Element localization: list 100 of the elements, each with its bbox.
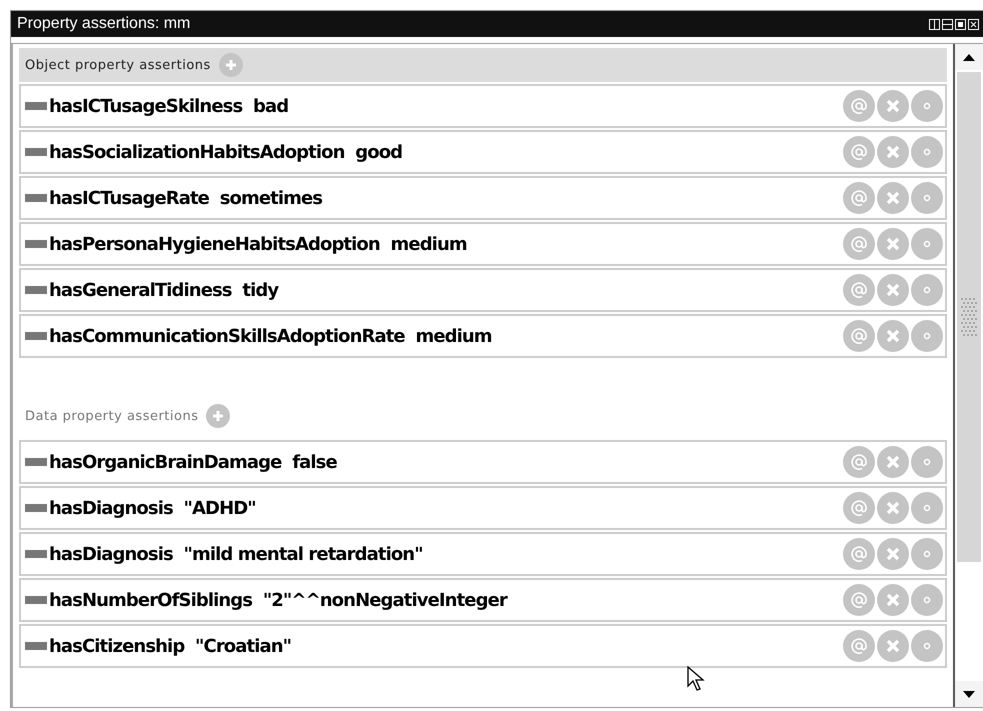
property-icon [25,102,47,110]
maximize-icon[interactable] [955,18,966,30]
mouse-cursor-icon [687,666,705,692]
at-sign-icon [850,281,868,299]
delete-button[interactable] [877,584,909,616]
assertion-row[interactable]: hasNumberOfSiblings "2"^^nonNegativeInteger [19,578,947,622]
delete-button[interactable] [877,90,909,122]
assertion-row[interactable]: hasPersonaHygieneHabitsAdoption medium [19,222,947,266]
scroll-down-button[interactable] [955,681,983,707]
edit-button[interactable] [911,584,943,616]
edit-button[interactable] [911,446,943,478]
annotate-button[interactable] [843,446,875,478]
scroll-up-button[interactable] [955,44,983,70]
annotate-button[interactable] [843,90,875,122]
at-sign-icon [850,97,868,115]
annotate-button[interactable] [843,538,875,570]
property-icon [25,550,47,558]
assertion-text: hasOrganicBrainDamage false [49,452,338,472]
circle-icon [923,332,931,340]
close-icon [886,639,900,653]
annotate-button[interactable] [843,492,875,524]
close-icon[interactable] [968,18,979,30]
annotate-button[interactable] [843,274,875,306]
annotate-button[interactable] [843,630,875,662]
property-icon [25,148,47,156]
section-title: Data property assertions [25,408,198,424]
delete-button[interactable] [877,274,909,306]
assertion-row[interactable]: hasDiagnosis "ADHD" [19,486,947,530]
delete-button[interactable] [877,182,909,214]
assertion-row[interactable]: hasGeneralTidiness tidy [19,268,947,312]
delete-button[interactable] [877,492,909,524]
up-arrow-icon [963,54,975,60]
close-icon [886,547,900,561]
assertion-text: hasGeneralTidiness tidy [49,280,280,300]
edit-button[interactable] [911,630,943,662]
circle-icon [923,240,931,248]
delete-button[interactable] [877,136,909,168]
edit-button[interactable] [911,274,943,306]
plus-icon [224,59,237,71]
close-icon [886,501,900,515]
circle-icon [923,458,931,466]
at-sign-icon [850,545,868,563]
assertion-row[interactable]: hasDiagnosis "mild mental retardation" [19,532,947,576]
edit-button[interactable] [911,492,943,524]
close-icon [886,593,900,607]
circle-icon [923,504,931,512]
close-icon [886,283,900,297]
at-sign-icon [850,637,868,655]
property-icon [25,458,47,466]
assertion-row[interactable]: hasOrganicBrainDamage false [19,440,947,484]
assertion-text: hasDiagnosis "mild mental retardation" [49,544,424,564]
delete-button[interactable] [877,320,909,352]
annotate-button[interactable] [843,136,875,168]
property-icon [25,194,47,202]
edit-button[interactable] [911,538,943,570]
circle-icon [923,642,931,650]
assertion-row[interactable]: hasICTusageRate sometimes [19,176,947,220]
split-vertical-icon[interactable] [929,18,940,30]
annotate-button[interactable] [843,228,875,260]
scrollbar-thumb[interactable] [957,72,981,562]
property-icon [25,596,47,604]
close-icon [886,237,900,251]
grip-icon [960,297,978,337]
assertion-row[interactable]: hasSocializationHabitsAdoption good [19,130,947,174]
circle-icon [923,286,931,294]
assertion-text: hasNumberOfSiblings "2"^^nonNegativeInteger [49,590,508,610]
property-icon [25,286,47,294]
assertion-row[interactable]: hasCommunicationSkillsAdoptionRate medium [19,314,947,358]
assertion-text: hasDiagnosis "ADHD" [49,498,257,518]
annotate-button[interactable] [843,182,875,214]
edit-button[interactable] [911,182,943,214]
assertion-text: hasICTusageSkilness bad [49,96,290,116]
delete-button[interactable] [877,630,909,662]
edit-button[interactable] [911,90,943,122]
at-sign-icon [850,189,868,207]
edit-button[interactable] [911,320,943,352]
assertion-text: hasCommunicationSkillsAdoptionRate medium [49,326,493,346]
annotate-button[interactable] [843,320,875,352]
split-horizontal-icon[interactable] [942,18,953,30]
delete-button[interactable] [877,538,909,570]
at-sign-icon [850,453,868,471]
close-icon [886,455,900,469]
property-icon [25,504,47,512]
edit-button[interactable] [911,228,943,260]
at-sign-icon [850,235,868,253]
circle-icon [923,102,931,110]
close-icon [886,145,900,159]
delete-button[interactable] [877,228,909,260]
circle-icon [923,194,931,202]
annotate-button[interactable] [843,584,875,616]
delete-button[interactable] [877,446,909,478]
assertion-row[interactable]: hasICTusageSkilness bad [19,84,947,128]
assertion-text: hasICTusageRate sometimes [49,188,324,208]
assertion-text: hasSocializationHabitsAdoption good [49,142,404,162]
edit-button[interactable] [911,136,943,168]
add-button[interactable] [206,404,230,428]
property-icon [25,332,47,340]
assertion-row[interactable]: hasCitizenship "Croatian" [19,624,947,668]
at-sign-icon [850,143,868,161]
add-button[interactable] [218,53,243,77]
